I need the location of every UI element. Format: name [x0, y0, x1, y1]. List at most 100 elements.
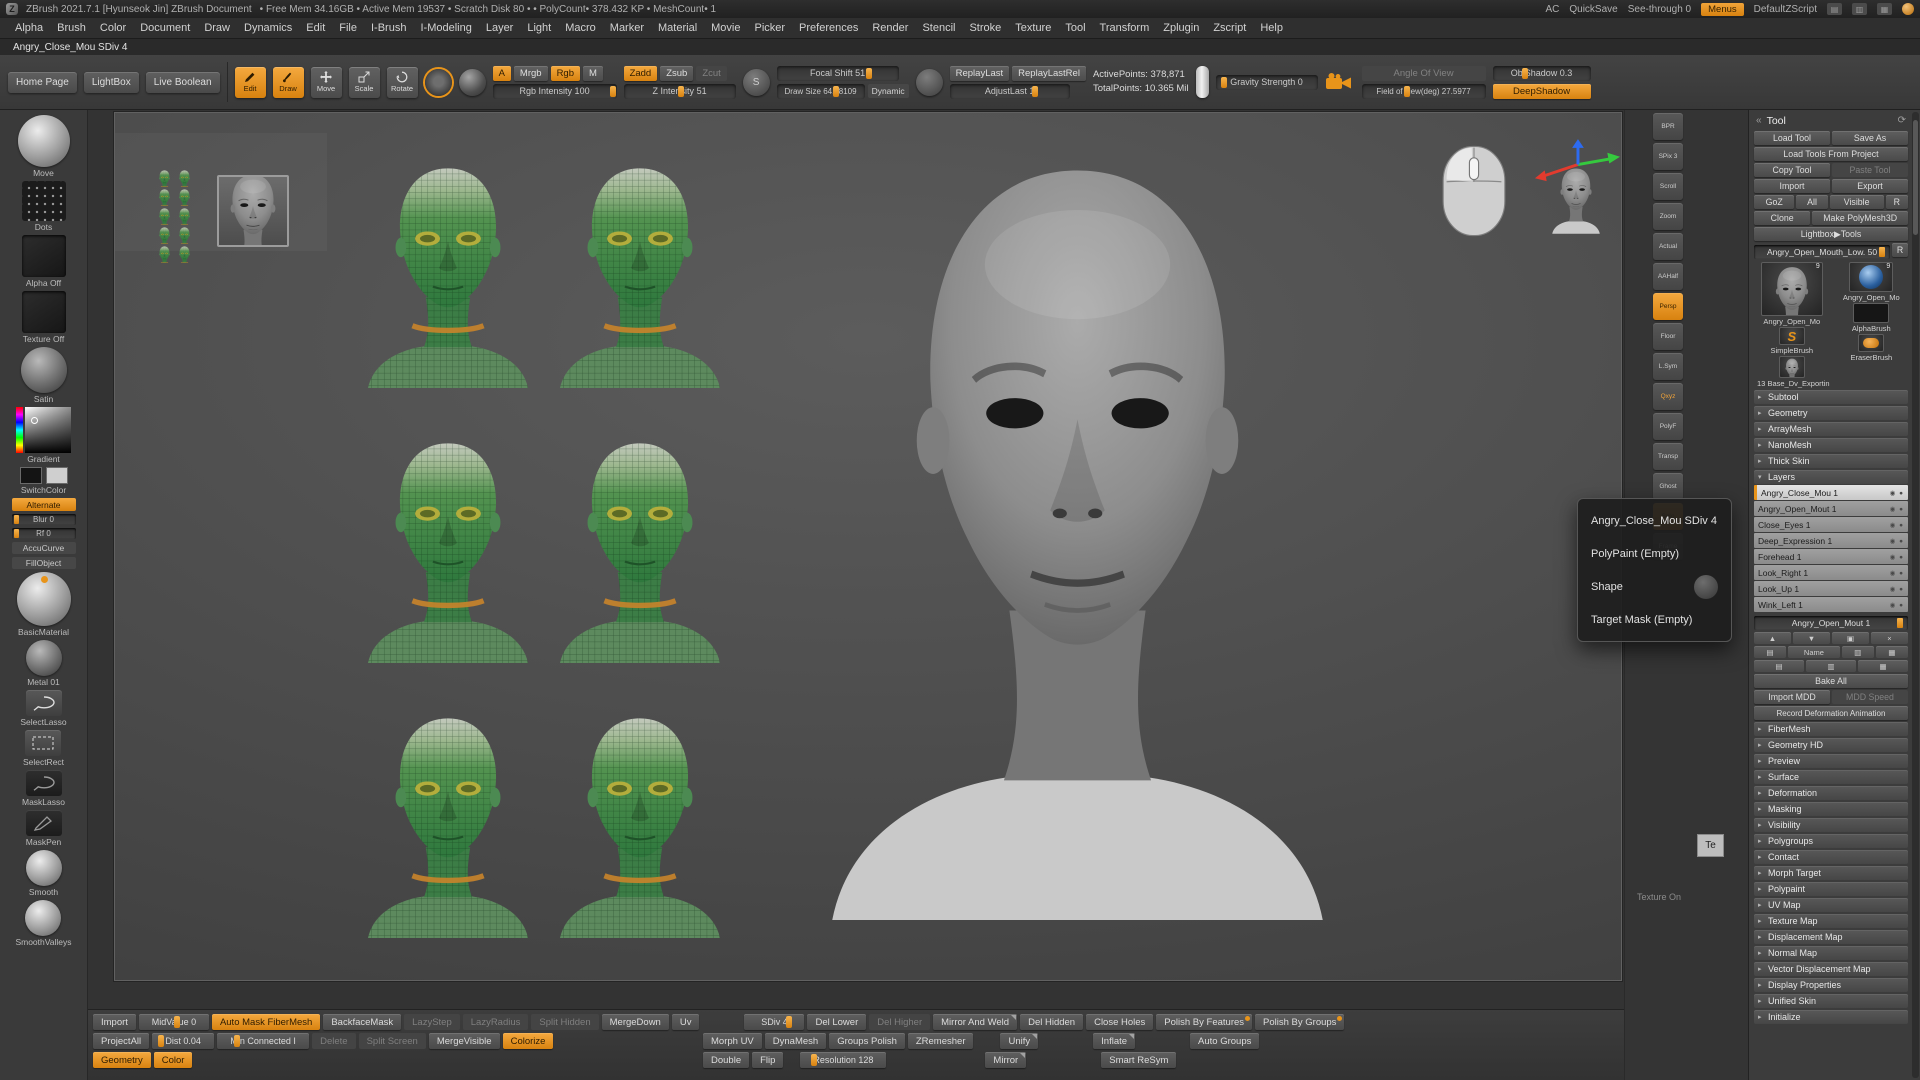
section-morph-target[interactable]: Morph Target — [1754, 866, 1908, 880]
layer-row[interactable]: Angry_Open_Mout 1◉ ● — [1754, 501, 1908, 516]
auto-groups-button[interactable]: Auto Groups — [1190, 1033, 1259, 1049]
layer-row[interactable]: Wink_Left 1◉ ● — [1754, 597, 1908, 612]
mirror-and-weld-button[interactable]: Mirror And Weld — [933, 1014, 1017, 1030]
rf-slider[interactable]: Rf 0 — [12, 528, 76, 539]
section-displacement-map[interactable]: Displacement Map — [1754, 930, 1908, 944]
brush-preview[interactable] — [425, 69, 452, 96]
menu-color[interactable]: Color — [93, 19, 133, 37]
layer-row-selected[interactable]: Angry_Close_Mou 1◉ ● — [1754, 485, 1908, 500]
draw-size-slider[interactable]: Draw Size 64.88109 — [777, 84, 865, 99]
gravity-strength-slider[interactable]: Gravity Strength 0 — [1216, 75, 1318, 90]
wireframe-head[interactable] — [359, 705, 537, 938]
lazystep-button[interactable]: LazyStep — [404, 1014, 460, 1030]
menu-ibrush[interactable]: I-Brush — [364, 19, 413, 37]
polyframe-button[interactable]: PolyF — [1653, 413, 1683, 440]
camera-orientation-gizmo[interactable] — [1533, 139, 1621, 242]
replay-last-button[interactable]: ReplayLast — [950, 66, 1010, 81]
section-geometry[interactable]: Geometry — [1754, 406, 1908, 420]
gravity-direction-widget[interactable] — [1196, 66, 1209, 98]
popup-item-target-mask[interactable]: Target Mask (Empty) — [1578, 603, 1731, 636]
menu-zscript[interactable]: Zscript — [1206, 19, 1253, 37]
hue-strip[interactable] — [16, 407, 23, 453]
zadd-button[interactable]: Zadd — [624, 66, 658, 81]
layer-row[interactable]: Forehead 1◉ ● — [1754, 549, 1908, 564]
wireframe-head[interactable] — [551, 705, 729, 938]
merge-visible-button[interactable]: MergeVisible — [429, 1033, 500, 1049]
paste-tool-button[interactable]: Paste Tool — [1832, 163, 1908, 177]
scale-button[interactable]: Scale — [349, 67, 380, 98]
scroll-button[interactable]: Scroll — [1653, 173, 1683, 200]
basic-material-thumbnail[interactable] — [17, 572, 71, 626]
layer-new-button[interactable]: ▤ — [1754, 646, 1786, 658]
z-intensity-slider[interactable]: Z Intensity 51 — [624, 84, 736, 99]
layer-option-b-button[interactable]: ▥ — [1806, 660, 1856, 672]
popup-item-polypaint[interactable]: PolyPaint (Empty) — [1578, 537, 1731, 570]
qxyz-button[interactable]: Qxyz — [1653, 383, 1683, 410]
stroke-thumbnail[interactable] — [22, 181, 66, 221]
sdiv-slider[interactable]: SDiv 4 — [744, 1014, 804, 1030]
section-preview[interactable]: Preview — [1754, 754, 1908, 768]
collapse-panel-icon[interactable]: « — [1756, 115, 1762, 126]
secondary-color-swatch[interactable] — [46, 467, 68, 484]
stroke-dial-icon[interactable] — [916, 69, 943, 96]
double-button[interactable]: Double — [703, 1052, 749, 1068]
mask-lasso-brush[interactable] — [26, 770, 62, 796]
unify-button[interactable]: Unify — [1000, 1033, 1038, 1049]
spix-slider[interactable]: SPix 3 — [1653, 143, 1683, 170]
menus-button[interactable]: Menus — [1701, 3, 1744, 16]
menu-material[interactable]: Material — [651, 19, 704, 37]
section-vector-displacement-map[interactable]: Vector Displacement Map — [1754, 962, 1908, 976]
accucurve-button[interactable]: AccuCurve — [12, 542, 76, 554]
saturation-square[interactable] — [25, 407, 71, 453]
focal-shift-knob[interactable]: S — [743, 69, 770, 96]
export-tool-button[interactable]: Export — [1832, 179, 1908, 193]
layer-merge-button[interactable]: ▦ — [1876, 646, 1908, 658]
dynamic-toggle[interactable]: Dynamic — [868, 84, 909, 98]
layout-grid-icon[interactable]: ▤ — [1827, 3, 1842, 15]
mask-pen-brush[interactable] — [26, 810, 62, 836]
goz-all-button[interactable]: All — [1796, 195, 1827, 209]
m-button[interactable]: M — [583, 66, 603, 81]
layer-down-button[interactable]: ▼ — [1793, 632, 1830, 644]
mergedown-button[interactable]: MergeDown — [602, 1014, 669, 1030]
polish-by-features-button[interactable]: Polish By Features — [1156, 1014, 1252, 1030]
base-tool-thumbnail[interactable] — [1779, 356, 1805, 378]
transp-button[interactable]: Transp — [1653, 443, 1683, 470]
select-lasso-brush[interactable] — [26, 690, 62, 716]
session-icon[interactable] — [1902, 3, 1914, 15]
record-deformation-button[interactable]: Record Deformation Animation — [1754, 706, 1908, 720]
blur-slider[interactable]: Blur 0 — [12, 514, 76, 525]
layer-eye-rec-icons[interactable]: ◉ ● — [1890, 553, 1904, 561]
close-holes-button[interactable]: Close Holes — [1086, 1014, 1153, 1030]
layout-panels-icon[interactable]: ▦ — [1877, 3, 1892, 15]
menu-help[interactable]: Help — [1253, 19, 1290, 37]
simplebrush-thumbnail[interactable]: S — [1779, 327, 1805, 345]
del-lower-button[interactable]: Del Lower — [807, 1014, 866, 1030]
field-of-view-slider[interactable]: Field of view(deg) 27.5977 — [1362, 84, 1486, 99]
load-tools-from-project-button[interactable]: Load Tools From Project — [1754, 147, 1908, 161]
angle-of-view-button[interactable]: Angle Of View — [1362, 66, 1486, 81]
goz-r-button[interactable]: R — [1886, 195, 1908, 209]
stroke-preview[interactable] — [459, 69, 486, 96]
section-normal-map[interactable]: Normal Map — [1754, 946, 1908, 960]
polish-by-groups-button[interactable]: Polish By Groups — [1255, 1014, 1344, 1030]
scrollbar-thumb[interactable] — [1913, 120, 1918, 235]
menu-draw[interactable]: Draw — [197, 19, 237, 37]
home-page-button[interactable]: Home Page — [8, 72, 77, 93]
layer-split-button[interactable]: ▥ — [1842, 646, 1874, 658]
layer-row[interactable]: Look_Right 1◉ ● — [1754, 565, 1908, 580]
actual-size-button[interactable]: Actual — [1653, 233, 1683, 260]
menu-dynamics[interactable]: Dynamics — [237, 19, 299, 37]
layer-eye-rec-icons[interactable]: ◉ ● — [1890, 489, 1904, 497]
flip-button[interactable]: Flip — [752, 1052, 783, 1068]
camera-icon[interactable] — [1325, 72, 1355, 92]
morph-uv-button[interactable]: Morph UV — [703, 1033, 762, 1049]
see-through-slider[interactable]: See-through 0 — [1628, 4, 1691, 15]
move-button[interactable]: Move — [311, 67, 342, 98]
section-texture-map[interactable]: Texture Map — [1754, 914, 1908, 928]
split-screen-button[interactable]: Split Screen — [359, 1033, 426, 1049]
save-as-button[interactable]: Save As — [1832, 131, 1908, 145]
section-nanomesh[interactable]: NanoMesh — [1754, 438, 1908, 452]
alpha-thumbnail[interactable] — [22, 235, 66, 277]
split-hidden-button[interactable]: Split Hidden — [531, 1014, 598, 1030]
